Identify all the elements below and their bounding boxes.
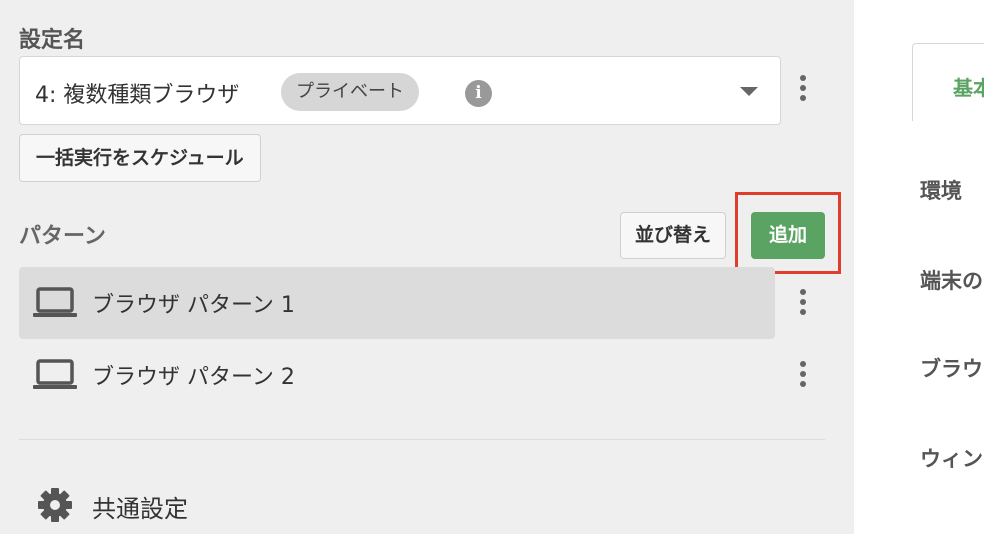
settings-name-label: 設定名 [19,28,86,53]
field-label-window: ウィン [920,447,983,471]
pattern-2-more-icon[interactable] [799,361,807,391]
laptop-icon [33,287,77,317]
common-settings-label: 共通設定 [92,495,188,523]
field-label-browser: ブラウ [920,357,983,381]
settings-more-icon[interactable] [799,75,807,105]
sort-button[interactable]: 並び替え [620,212,727,259]
patterns-label: パターン [19,224,106,249]
divider [19,439,825,440]
common-settings-item[interactable]: 共通設定 [37,487,188,527]
info-icon[interactable]: i [465,80,492,107]
chevron-down-icon[interactable] [740,87,758,96]
private-badge: プライベート [281,73,419,111]
pattern-label: ブラウザ パターン 1 [92,293,295,318]
schedule-batch-button[interactable]: 一括実行をスケジュール [19,134,261,182]
right-panel: 基本 環境 端末の ブラウ ウィン [854,0,984,534]
tab-basic-label: 基本 [953,76,984,100]
settings-select-value: 4: 複数種類ブラウザ [35,83,240,108]
pattern-label: ブラウザ パターン 2 [92,365,295,390]
field-label-environment: 環境 [920,179,962,203]
left-panel: 設定名 4: 複数種類ブラウザ プライベート i 一括実行をスケジュール パター… [0,0,854,534]
gear-icon [38,488,72,522]
add-pattern-button[interactable]: 追加 [751,212,825,259]
pattern-1-more-icon[interactable] [799,289,807,319]
field-label-device: 端末の [920,269,983,293]
pattern-row-1[interactable]: ブラウザ パターン 1 [19,267,775,339]
pattern-row-2[interactable]: ブラウザ パターン 2 [19,339,775,411]
laptop-icon [33,359,77,389]
tab-basic[interactable]: 基本 [912,43,984,121]
settings-select[interactable]: 4: 複数種類ブラウザ プライベート i [19,56,781,125]
